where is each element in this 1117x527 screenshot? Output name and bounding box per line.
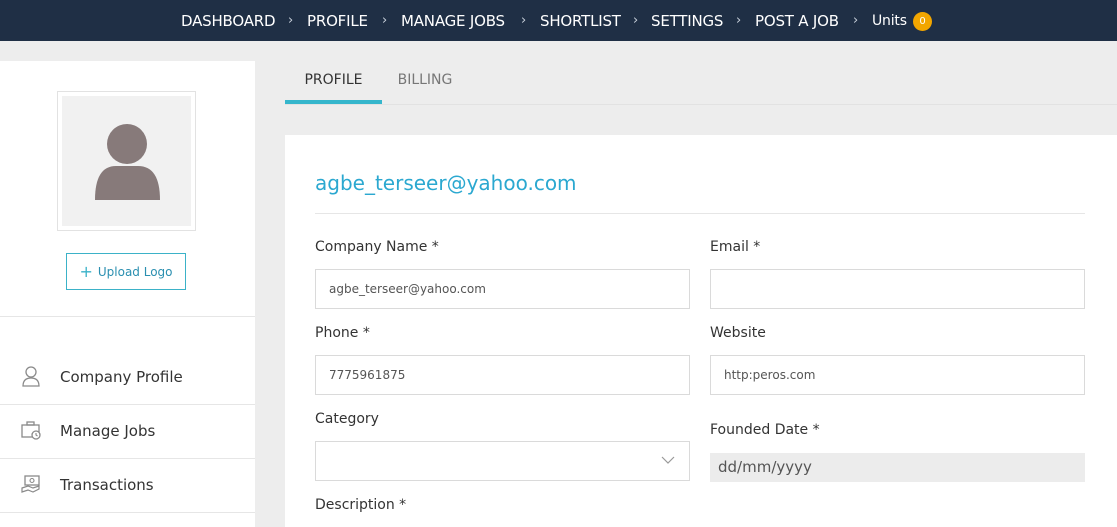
website-label: Website	[710, 325, 766, 341]
form-title-divider	[315, 213, 1085, 214]
chevron-right-icon: ›	[288, 13, 294, 28]
tabs-divider	[285, 104, 1117, 105]
nav-dashboard[interactable]: DASHBOARD	[181, 0, 276, 41]
tab-profile[interactable]: PROFILE	[285, 61, 382, 103]
plus-icon: +	[79, 262, 93, 281]
sidebar-item-manage-jobs[interactable]: Manage Jobs	[0, 405, 255, 459]
form-title: agbe_terseer@yahoo.com	[315, 171, 577, 195]
phone-input[interactable]	[315, 355, 690, 395]
company-name-label: Company Name *	[315, 239, 439, 255]
chevron-right-icon: ›	[853, 13, 859, 28]
chevron-right-icon: ›	[633, 13, 639, 28]
nav-manage-jobs[interactable]: MANAGE JOBS	[401, 0, 505, 41]
category-label: Category	[315, 411, 379, 427]
company-name-input[interactable]	[315, 269, 690, 309]
avatar-placeholder-icon	[95, 124, 160, 200]
description-label: Description *	[315, 497, 407, 513]
sidebar-item-label: Transactions	[60, 476, 154, 494]
chevron-down-icon	[661, 456, 675, 464]
top-navigation: DASHBOARD › PROFILE › MANAGE JOBS › SHOR…	[0, 0, 1117, 41]
sidebar-item-transactions[interactable]: Transactions	[0, 459, 255, 513]
upload-logo-label: Upload Logo	[97, 265, 173, 279]
sidebar-divider	[0, 316, 255, 317]
company-logo	[57, 91, 196, 231]
website-input[interactable]	[710, 355, 1085, 395]
nav-post-a-job[interactable]: POST A JOB	[755, 0, 839, 41]
nav-settings[interactable]: SETTINGS	[651, 0, 723, 41]
sidebar-item-label: Manage Jobs	[60, 422, 156, 440]
sidebar-item-company-profile[interactable]: Company Profile	[0, 351, 255, 405]
nav-shortlist[interactable]: SHORTLIST	[540, 0, 621, 41]
nav-profile[interactable]: PROFILE	[307, 0, 368, 41]
sidebar: + Upload Logo Company Profile Manage Jobs…	[0, 61, 255, 527]
company-profile-form: agbe_terseer@yahoo.com Company Name * Em…	[285, 135, 1117, 527]
chevron-right-icon: ›	[521, 13, 527, 28]
money-icon	[21, 475, 40, 493]
nav-units[interactable]: Units	[872, 0, 907, 41]
phone-label: Phone *	[315, 325, 370, 341]
briefcase-icon	[21, 421, 41, 440]
email-input[interactable]	[710, 269, 1085, 309]
units-count-badge: 0	[913, 12, 932, 31]
tab-billing[interactable]: BILLING	[385, 61, 465, 103]
sidebar-item-label: Company Profile	[60, 368, 183, 386]
active-tab-indicator	[285, 100, 382, 104]
user-icon	[22, 366, 40, 387]
upload-logo-button[interactable]: + Upload Logo	[66, 253, 186, 290]
founded-date-input[interactable]: dd/mm/yyyy	[710, 453, 1085, 482]
chevron-right-icon: ›	[382, 13, 388, 28]
chevron-right-icon: ›	[736, 13, 742, 28]
email-label: Email *	[710, 239, 761, 255]
founded-date-label: Founded Date *	[710, 422, 820, 438]
category-select[interactable]	[315, 441, 690, 481]
